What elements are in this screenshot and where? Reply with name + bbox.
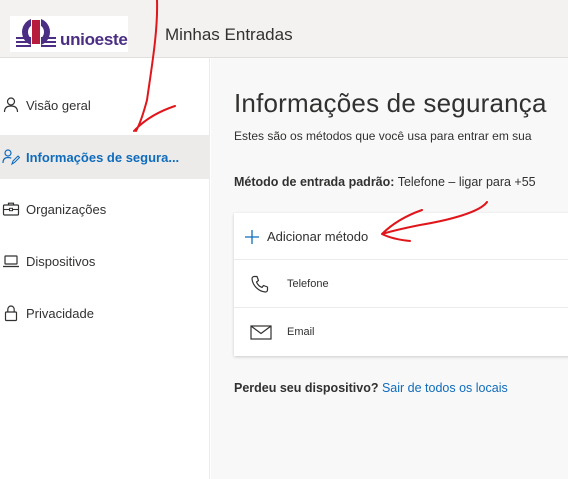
phone-icon: [251, 275, 269, 293]
app-title: Minhas Entradas: [165, 25, 293, 44]
person-icon: [3, 97, 19, 113]
unioeste-logo[interactable]: unioeste: [10, 16, 128, 52]
sidebar-item-privacidade[interactable]: Privacidade: [0, 291, 210, 335]
unioeste-emblem-icon: [16, 17, 56, 51]
methods-card: Adicionar método Telefone Email: [234, 213, 568, 356]
sidebar-item-label: Visão geral: [26, 97, 91, 113]
page-subtitle: Estes são os métodos que você usa para e…: [234, 129, 532, 143]
sidebar-item-label: Dispositivos: [26, 253, 96, 269]
plus-icon: [245, 230, 259, 244]
sidebar-nav: Visão geral Informações de segura... Org…: [0, 58, 210, 479]
lost-device-label: Perdeu seu dispositivo?: [234, 381, 379, 395]
logo-text: unioeste: [60, 30, 128, 49]
default-method-value: Telefone – ligar para +55: [397, 175, 536, 189]
sidebar-item-visao-geral[interactable]: Visão geral: [0, 83, 210, 127]
top-bar: unioeste Minhas Entradas: [0, 0, 568, 58]
briefcase-icon: [2, 202, 20, 216]
sidebar-item-label: Informações de segura...: [26, 149, 180, 165]
lost-device-section: Perdeu seu dispositivo? Sair de todos os…: [234, 381, 508, 395]
method-row-email: Email: [234, 307, 568, 355]
email-icon: [250, 325, 272, 340]
page-title: Informações de segurança: [234, 88, 547, 118]
sidebar-item-organizacoes[interactable]: Organizações: [0, 187, 210, 231]
method-label: Telefone: [287, 278, 329, 290]
method-row-telefone: Telefone: [234, 259, 568, 307]
sidebar-item-dispositivos[interactable]: Dispositivos: [0, 239, 210, 283]
sidebar-item-label: Organizações: [26, 201, 107, 217]
method-label: Email: [287, 326, 315, 338]
add-method-button[interactable]: Adicionar método: [234, 213, 568, 259]
main-content: Informações de segurança Estes são os mé…: [211, 58, 568, 479]
add-method-label: Adicionar método: [267, 229, 369, 244]
default-signin-method: Método de entrada padrão: Telefone – lig…: [234, 175, 536, 189]
sidebar-item-label: Privacidade: [26, 305, 94, 321]
laptop-icon: [3, 255, 19, 268]
security-info-icon: [2, 149, 20, 166]
sidebar-item-informacoes-de-seguranca[interactable]: Informações de segura...: [0, 135, 210, 179]
lock-icon: [4, 305, 18, 322]
sign-out-everywhere-link[interactable]: Sair de todos os locais: [382, 381, 508, 395]
default-method-label: Método de entrada padrão:: [234, 175, 395, 189]
